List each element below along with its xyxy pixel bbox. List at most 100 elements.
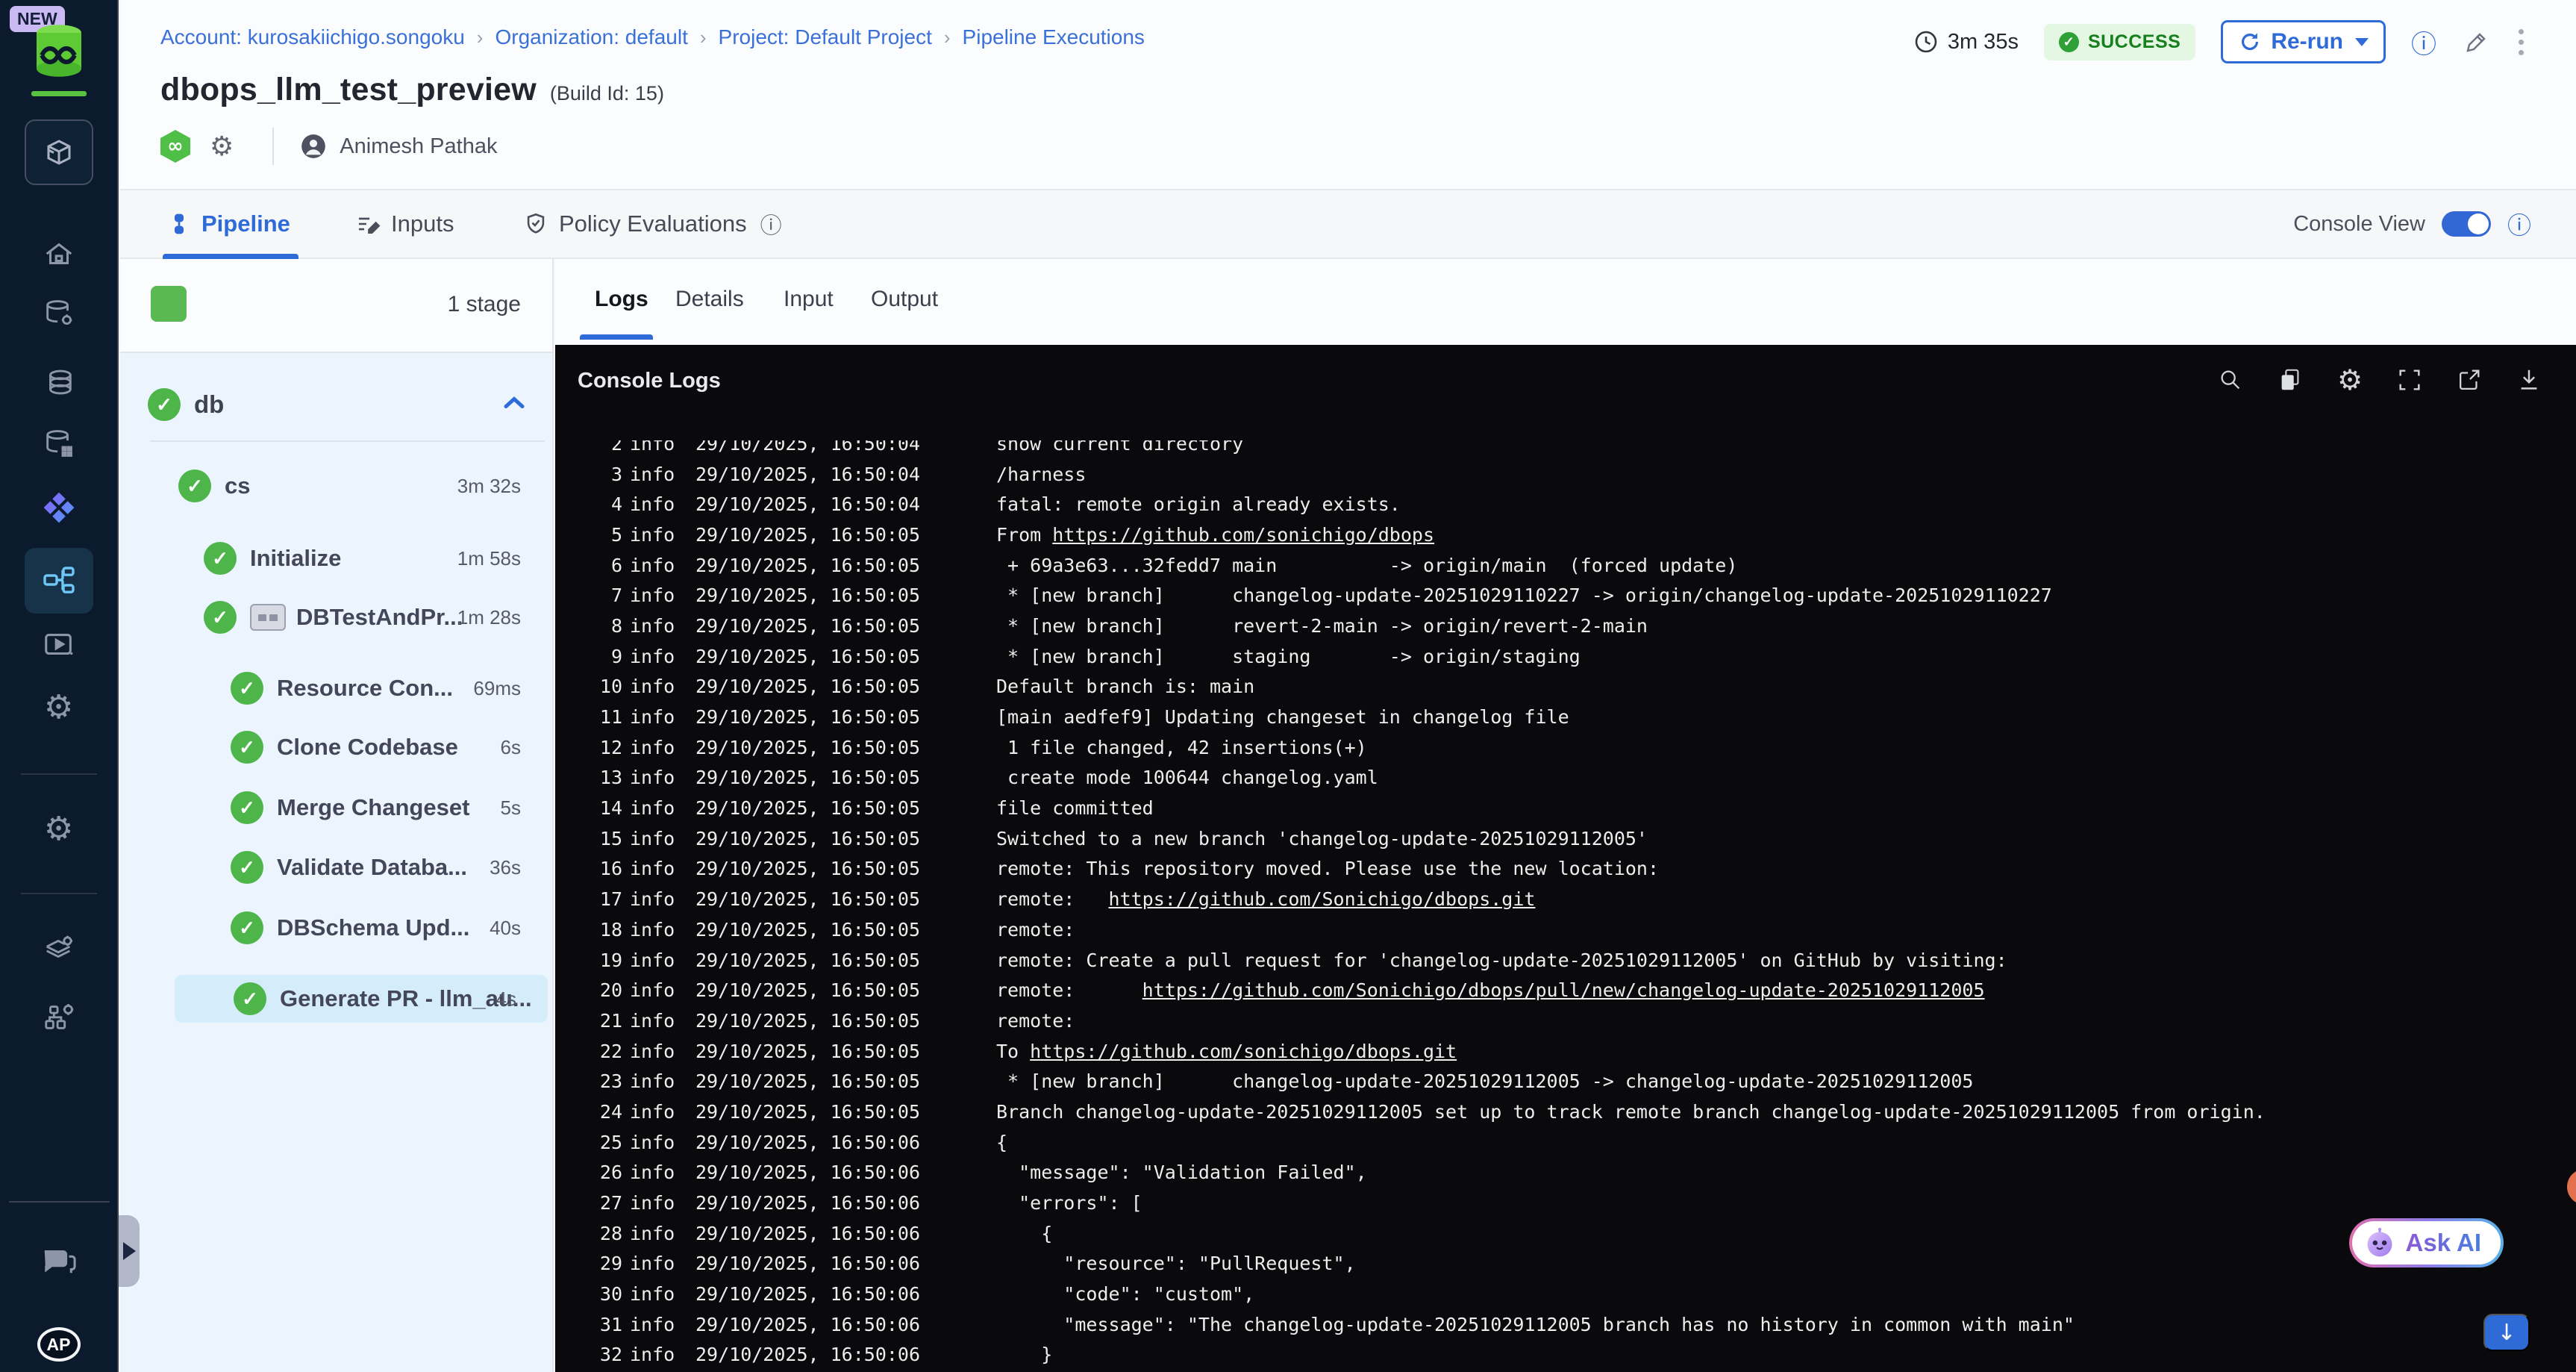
tab-pipeline[interactable]: Pipeline (167, 190, 290, 258)
log-line-number: 12 (599, 736, 622, 758)
log-link[interactable]: https://github.com/Sonichigo/dbops/pull/… (1142, 979, 1985, 1001)
log-timestamp: 29/10/2025, 16:50:05 (695, 767, 921, 789)
open-in-new-icon[interactable] (2455, 366, 2483, 394)
rerun-button[interactable]: Re-run (2221, 20, 2386, 63)
log-scroll-area[interactable]: 2 info 29/10/2025, 16:50:04 show current di… (569, 440, 2576, 1372)
log-timestamp: 29/10/2025, 16:50:05 (695, 676, 921, 698)
tree-item-label: Initialize (250, 545, 342, 571)
log-timestamp: 29/10/2025, 16:50:06 (695, 1283, 921, 1306)
gear-icon: ⚙ (43, 810, 74, 848)
log-timestamp: 29/10/2025, 16:50:04 (695, 493, 921, 516)
log-timestamp: 29/10/2025, 16:50:05 (695, 1070, 921, 1093)
tree-item[interactable]: ✓ cs 3m 32s (120, 462, 552, 510)
log-link[interactable]: https://github.com/sonichigo/dbops.git (1030, 1041, 1457, 1062)
tree-item[interactable]: ✓ Resource Con... 69ms (120, 664, 552, 712)
tab-inputs[interactable]: Inputs (355, 190, 454, 258)
log-message: remote: https://github.com/Sonichigo/dbo… (996, 888, 1536, 911)
download-icon[interactable] (2515, 366, 2543, 394)
edit-pencil-icon[interactable] (2462, 28, 2490, 56)
log-timestamp: 29/10/2025, 16:50:05 (695, 554, 921, 576)
nav-sidebar: NEW ⚙ ⚙ ? AP (0, 0, 119, 1372)
log-message: * [new branch] changelog-update-20251029… (996, 584, 2052, 607)
sidebar-item-settings[interactable]: ⚙ (25, 675, 93, 740)
harness-dbops-logo-icon[interactable] (30, 24, 88, 81)
log-tab-output[interactable]: Output (871, 259, 938, 340)
log-line: 22 info 29/10/2025, 16:50:05 To https://git… (569, 1036, 2576, 1067)
pipeline-success-hex-icon: ∞ (160, 130, 190, 163)
panel-expand-handle[interactable] (119, 1215, 140, 1287)
log-timestamp: 29/10/2025, 16:50:05 (695, 706, 921, 729)
tree-item[interactable]: ✓ Generate PR - llm_au... 4s (175, 975, 548, 1023)
database-stack-icon (49, 369, 72, 395)
gear-icon[interactable]: ⚙ (210, 131, 234, 162)
sidebar-item-account-resources[interactable] (25, 916, 93, 982)
tree-item[interactable]: ✓ Clone Codebase 6s (120, 723, 552, 771)
sidebar-item-module-switcher[interactable] (25, 475, 93, 540)
log-line: 25 info 29/10/2025, 16:50:06 { (569, 1127, 2576, 1158)
tree-item[interactable]: ✓ Validate Databa... 36s (120, 844, 552, 891)
tree-item-label: DBTestAndPr... (296, 604, 463, 630)
sidebar-item-project-settings[interactable]: ⚙ (25, 796, 93, 862)
log-level: info (630, 523, 675, 546)
copy-icon[interactable] (2276, 366, 2304, 394)
sidebar-item-db-devops[interactable] (25, 281, 93, 346)
breadcrumb-pipeline-executions[interactable]: Pipeline Executions (963, 25, 1145, 49)
log-line-number: 17 (599, 888, 622, 911)
tree-item[interactable]: ✓ Merge Changeset 5s (120, 784, 552, 832)
log-line-number: 22 (599, 1040, 622, 1062)
log-level: info (630, 645, 675, 667)
log-timestamp: 29/10/2025, 16:50:05 (695, 1040, 921, 1062)
log-message: create mode 100644 changelog.yaml (996, 767, 1378, 789)
tree-item[interactable]: ✓ db (120, 377, 552, 432)
log-link[interactable]: https://github.com/sonichigo/dbops (1052, 524, 1434, 546)
log-line: 31 info 29/10/2025, 16:50:06 "message": "T… (569, 1309, 2576, 1340)
log-link[interactable]: https://github.com/Sonichigo/dbops.git (1109, 888, 1536, 910)
log-line-number: 27 (599, 1192, 622, 1214)
sidebar-item-pipelines[interactable] (24, 548, 93, 614)
chevron-up-icon[interactable] (503, 396, 525, 414)
database-dots-icon (46, 430, 72, 457)
info-icon[interactable]: ⓘ (2507, 207, 2531, 241)
log-line-number: 21 (599, 1009, 622, 1032)
log-timestamp: 29/10/2025, 16:50:05 (695, 736, 921, 758)
log-tab-logs[interactable]: Logs (595, 259, 648, 340)
gear-icon: ⚙ (43, 688, 74, 726)
sidebar-item-db-schemas[interactable] (25, 411, 93, 476)
ask-ai-button[interactable]: Ask AI (2349, 1218, 2504, 1267)
log-timestamp: 29/10/2025, 16:50:05 (695, 979, 921, 1002)
log-message: remote: This repository moved. Please us… (996, 858, 1660, 880)
log-line: 17 info 29/10/2025, 16:50:05 remote: https:… (569, 884, 2576, 914)
sidebar-item-deployments-module[interactable] (24, 119, 93, 185)
sidebar-item-executions[interactable] (25, 612, 93, 678)
tree-item[interactable]: ✓ DBSchema Upd... 40s (120, 904, 552, 952)
tree-item[interactable]: ✓ Initialize 1m 58s (120, 534, 552, 582)
sidebar-item-help[interactable]: ? (25, 1228, 93, 1294)
info-icon[interactable]: ⓘ (2411, 24, 2436, 60)
tab-pipeline-label: Pipeline (201, 211, 290, 237)
log-line-number: 18 (599, 918, 622, 941)
log-tab-input[interactable]: Input (784, 259, 834, 340)
log-line: 7 info 29/10/2025, 16:50:05 * [new branch]… (569, 580, 2576, 611)
more-options-menu-icon[interactable] (2516, 26, 2527, 58)
user-avatar[interactable]: AP (37, 1327, 81, 1362)
log-message: "message": "The changelog-update-2025102… (996, 1313, 2075, 1335)
log-tab-details[interactable]: Details (675, 259, 744, 340)
breadcrumb-account[interactable]: Account: kurosakiichigo.songoku (160, 25, 465, 49)
sidebar-item-db-instances[interactable] (25, 349, 93, 415)
console-view-toggle[interactable] (2441, 211, 2491, 237)
log-message: 1 file changed, 42 insertions(+) (996, 736, 1367, 758)
breadcrumb-organization[interactable]: Organization: default (495, 25, 687, 49)
fullscreen-icon[interactable] (2395, 366, 2424, 394)
scroll-to-bottom-button[interactable]: ↓ (2483, 1314, 2530, 1351)
sidebar-item-home[interactable] (25, 222, 93, 287)
info-icon[interactable]: ⓘ (760, 208, 782, 240)
breadcrumb-project[interactable]: Project: Default Project (719, 25, 932, 49)
console-settings-icon[interactable]: ⚙ (2336, 366, 2364, 394)
log-line-number: 32 (599, 1344, 622, 1366)
tab-policy-evaluations[interactable]: Policy Evaluations ⓘ (523, 190, 782, 258)
log-line: 21 info 29/10/2025, 16:50:05 remote: (569, 1005, 2576, 1036)
tree-item[interactable]: ✓ DBTestAndPr... 1m 28s (120, 593, 552, 641)
log-message: "errors": [ (996, 1192, 1142, 1214)
sidebar-item-organization-settings[interactable] (25, 984, 93, 1050)
search-icon[interactable] (2216, 366, 2245, 394)
